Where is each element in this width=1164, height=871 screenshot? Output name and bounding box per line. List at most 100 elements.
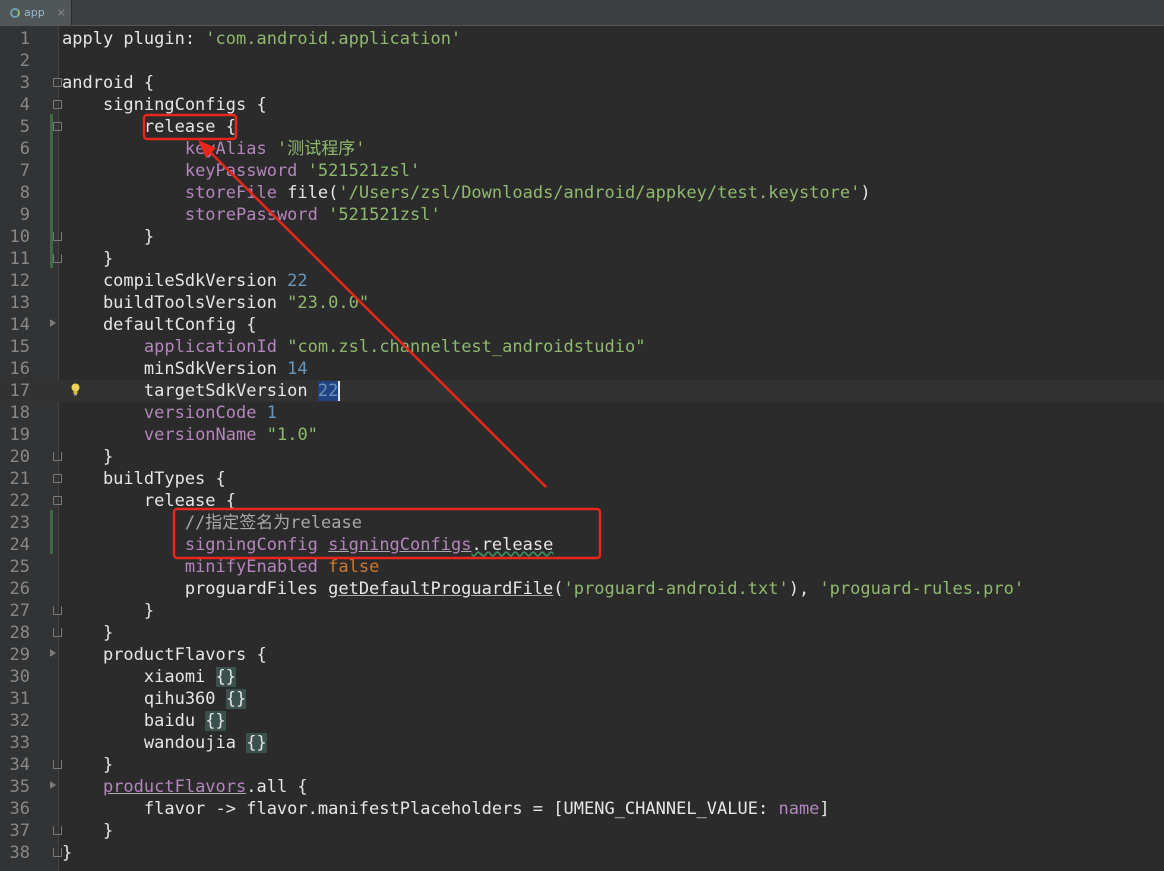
line-number: 30 xyxy=(9,667,30,687)
line-number: 37 xyxy=(9,821,30,841)
line-number: 15 xyxy=(9,337,30,357)
line-number: 21 xyxy=(9,469,30,489)
fold-icon[interactable] xyxy=(53,760,62,769)
tab-label: app xyxy=(24,6,45,19)
line-number: 2 xyxy=(19,51,30,71)
code-line: 2 xyxy=(0,50,1164,72)
fold-icon[interactable] xyxy=(53,628,62,637)
line-number: 22 xyxy=(9,491,30,511)
code-line: 24 signingConfig signingConfigs.release xyxy=(0,534,1164,556)
fold-expand-icon[interactable] xyxy=(50,649,56,657)
code-line: 34 } xyxy=(0,754,1164,776)
fold-icon[interactable] xyxy=(53,232,62,241)
code-line: 26 proguardFiles getDefaultProguardFile(… xyxy=(0,578,1164,600)
line-number: 5 xyxy=(19,117,30,137)
line-number: 1 xyxy=(19,29,30,49)
fold-icon[interactable] xyxy=(53,254,62,263)
line-number: 33 xyxy=(9,733,30,753)
code-line: 13 buildToolsVersion "23.0.0" xyxy=(0,292,1164,314)
line-number: 28 xyxy=(9,623,30,643)
code-line: 14 defaultConfig { xyxy=(0,314,1164,336)
code-line: 20 } xyxy=(0,446,1164,468)
code-editor[interactable]: 1 apply plugin: 'com.android.application… xyxy=(0,26,1164,871)
code-line-current: 17 targetSdkVersion 22 xyxy=(0,380,1164,402)
code-line: 38 } xyxy=(0,842,1164,864)
fold-icon[interactable] xyxy=(53,452,62,461)
tab-app[interactable]: app × xyxy=(0,0,72,25)
fold-icon[interactable] xyxy=(53,848,62,857)
line-number: 13 xyxy=(9,293,30,313)
line-number: 3 xyxy=(19,73,30,93)
code-line: 16 minSdkVersion 14 xyxy=(0,358,1164,380)
close-icon[interactable]: × xyxy=(57,6,66,19)
code-line: 36 flavor -> flavor.manifestPlaceholders… xyxy=(0,798,1164,820)
code-line: 5 release { xyxy=(0,116,1164,138)
editor-tab-bar: app × xyxy=(0,0,1164,26)
code-line: 22 release { xyxy=(0,490,1164,512)
code-line: 32 baidu {} xyxy=(0,710,1164,732)
code-line: 3 android { xyxy=(0,72,1164,94)
code-line: 11 } xyxy=(0,248,1164,270)
code-line: 25 minifyEnabled false xyxy=(0,556,1164,578)
code-line: 15 applicationId "com.zsl.channeltest_an… xyxy=(0,336,1164,358)
fold-icon[interactable] xyxy=(53,826,62,835)
line-number: 17 xyxy=(9,381,30,401)
line-number: 24 xyxy=(9,535,30,555)
code-comment: //指定签名为release xyxy=(184,513,362,533)
code-line: 27 } xyxy=(0,600,1164,622)
line-number: 16 xyxy=(9,359,30,379)
line-number: 14 xyxy=(9,315,30,335)
code-line: 31 qihu360 {} xyxy=(0,688,1164,710)
line-number: 31 xyxy=(9,689,30,709)
code-line: 23 //指定签名为release xyxy=(0,512,1164,534)
code-line: 29 productFlavors { xyxy=(0,644,1164,666)
code-line: 30 xiaomi {} xyxy=(0,666,1164,688)
code-line: 37 } xyxy=(0,820,1164,842)
fold-icon[interactable] xyxy=(53,78,62,87)
line-number: 20 xyxy=(9,447,30,467)
code-line: 10 } xyxy=(0,226,1164,248)
code-line: 9 storePassword '521521zsl' xyxy=(0,204,1164,226)
line-number: 27 xyxy=(9,601,30,621)
line-number: 23 xyxy=(9,513,30,533)
line-number: 10 xyxy=(9,227,30,247)
line-number: 19 xyxy=(9,425,30,445)
line-number: 36 xyxy=(9,799,30,819)
code-line: 4 signingConfigs { xyxy=(0,94,1164,116)
gradle-module-icon xyxy=(10,7,20,18)
line-number: 4 xyxy=(19,95,30,115)
code-line: 1 apply plugin: 'com.android.application… xyxy=(0,28,1164,50)
code-line: 18 versionCode 1 xyxy=(0,402,1164,424)
fold-icon[interactable] xyxy=(53,100,62,109)
line-number: 12 xyxy=(9,271,30,291)
fold-expand-icon[interactable] xyxy=(50,319,56,327)
line-number: 9 xyxy=(19,205,30,225)
code-line: 12 compileSdkVersion 22 xyxy=(0,270,1164,292)
code-line: 21 buildTypes { xyxy=(0,468,1164,490)
line-number: 11 xyxy=(9,249,30,269)
fold-icon[interactable] xyxy=(53,122,62,131)
line-number: 38 xyxy=(9,843,30,863)
line-number: 35 xyxy=(9,777,30,797)
line-number: 26 xyxy=(9,579,30,599)
line-number: 6 xyxy=(19,139,30,159)
line-number: 7 xyxy=(19,161,30,181)
line-number: 8 xyxy=(19,183,30,203)
line-number: 34 xyxy=(9,755,30,775)
code-line: 6 keyAlias '测试程序' xyxy=(0,138,1164,160)
code-line: 7 keyPassword '521521zsl' xyxy=(0,160,1164,182)
code-line: 35 productFlavors.all { xyxy=(0,776,1164,798)
fold-expand-icon[interactable] xyxy=(50,781,56,789)
code-line: 33 wandoujia {} xyxy=(0,732,1164,754)
fold-icon[interactable] xyxy=(53,606,62,615)
release-config-name: release xyxy=(143,117,216,137)
line-number: 32 xyxy=(9,711,30,731)
fold-icon[interactable] xyxy=(53,474,62,483)
fold-icon[interactable] xyxy=(53,496,62,505)
line-number: 29 xyxy=(9,645,30,665)
code-line: 8 storeFile file('/Users/zsl/Downloads/a… xyxy=(0,182,1164,204)
code-line: 19 versionName "1.0" xyxy=(0,424,1164,446)
line-number: 25 xyxy=(9,557,30,577)
line-number: 18 xyxy=(9,403,30,423)
code-line: 28 } xyxy=(0,622,1164,644)
